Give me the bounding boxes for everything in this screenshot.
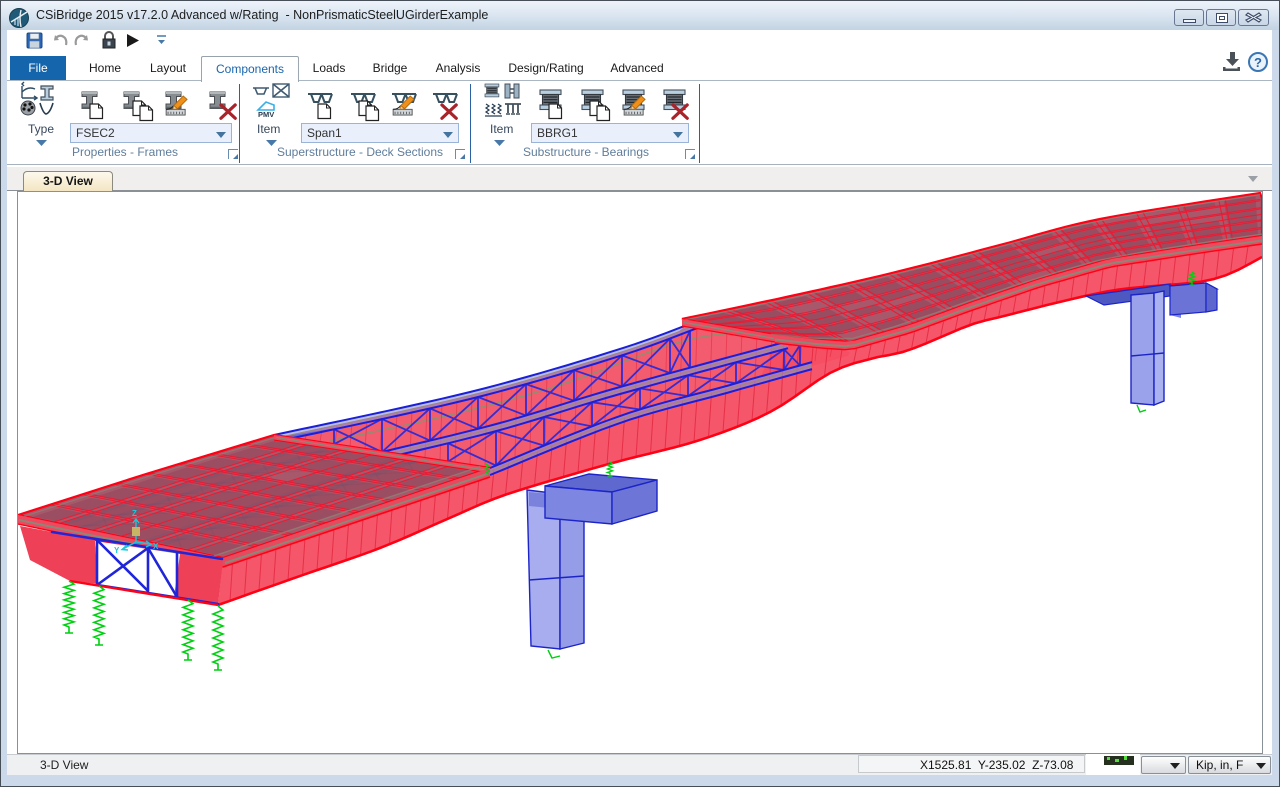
svg-text:Y: Y	[114, 546, 120, 555]
svg-text:Item: Item	[257, 122, 280, 136]
svg-text:?: ?	[1254, 55, 1262, 70]
svg-text:Z: Z	[132, 509, 137, 518]
svg-text:Item: Item	[490, 122, 513, 136]
svg-text:PMV: PMV	[258, 110, 274, 119]
svg-text:Type: Type	[28, 122, 54, 136]
svg-text:X: X	[153, 542, 159, 551]
